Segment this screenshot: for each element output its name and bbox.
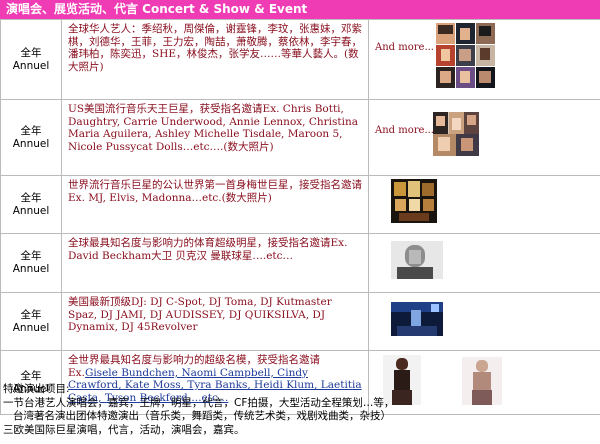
term-cell: 全年 Annuel bbox=[0, 99, 62, 176]
notes-line: 一节台港艺人演唱会，嘉宾，王牌，明星，代言，CF拍摄，大型活动全程策划…等， bbox=[3, 396, 395, 409]
dj-stage-photo bbox=[391, 302, 443, 336]
event-table: 全年 Annuel 全球华人艺人：季绍秋，周傑倫，谢霆锋，李玟，张惠妹，邓紫棋，… bbox=[0, 19, 600, 415]
term-fr: Annuel bbox=[12, 137, 50, 150]
term-cell: 全年 Annuel bbox=[0, 175, 62, 234]
athlete-photo bbox=[391, 241, 443, 279]
page: { "header": { "title": "演唱会、展览活动、代言 Conc… bbox=[0, 0, 600, 444]
table-row: 全年 Annuel 世界流行音乐巨星的公认世界第一首身梅世巨星，接受指名邀请Ex… bbox=[0, 175, 600, 234]
term-cn: 全年 bbox=[20, 250, 42, 262]
special-projects-notes: 特邀演出项目: 一节台港艺人演唱会，嘉宾，王牌，明星，代言，CF拍摄，大型活动全… bbox=[3, 383, 597, 437]
notes-line: 三欧美国际巨星演唱，代言，活动，演唱会，嘉宾。 bbox=[3, 423, 245, 436]
description-cell: 美国最新顶级DJ: DJ C-Spot, DJ Toma, DJ Kutmast… bbox=[61, 292, 369, 351]
description-cell: 全球华人艺人：季绍秋，周傑倫，谢霆锋，李玟，张惠妹，邓紫棋，刘德华，王菲，王力宏… bbox=[61, 19, 369, 100]
table-row: 全年 Annuel 美国最新顶级DJ: DJ C-Spot, DJ Toma, … bbox=[0, 292, 600, 351]
term-cell: 全年 Annuel bbox=[0, 292, 62, 351]
photo-cell bbox=[368, 233, 600, 293]
notes-heading: 特邀演出项目: bbox=[3, 383, 70, 395]
term-cn: 全年 bbox=[20, 191, 42, 204]
term-cn: 全年 bbox=[20, 46, 42, 59]
photo-cell bbox=[368, 292, 600, 351]
photo-cell: And more... bbox=[368, 19, 600, 100]
term-cell: 全年 Annuel bbox=[0, 233, 62, 293]
section-header: 演唱会、展览活动、代言 Concert & Show & Event bbox=[0, 0, 600, 19]
notes-line: 台湾著名演出团体特邀演出（音乐类，舞蹈类，传统艺术类，戏剧戏曲类，杂技） bbox=[3, 410, 392, 422]
description-cell: US美国流行音乐天王巨星，获受指名邀请Ex. Chris Botti, Daug… bbox=[61, 99, 369, 176]
term-fr: Annuel bbox=[12, 204, 50, 217]
artist-photo-grid bbox=[436, 23, 495, 88]
superstar-photo bbox=[391, 179, 437, 223]
table-row: 全年 Annuel 全球最具知名度与影响力的体育超级明星，接受指名邀请Ex. D… bbox=[0, 233, 600, 293]
table-row: 全年 Annuel 全球华人艺人：季绍秋，周傑倫，谢霆锋，李玟，张惠妹，邓紫棋，… bbox=[0, 19, 600, 100]
description-cell: 全球最具知名度与影响力的体育超级明星，接受指名邀请Ex. David Beckh… bbox=[61, 233, 369, 293]
term-cell: 全年 Annuel bbox=[0, 19, 62, 100]
pop-star-collage bbox=[433, 112, 479, 156]
term-fr: Annuel bbox=[12, 263, 50, 275]
photo-cell: And more... bbox=[368, 99, 600, 176]
and-more-label: And more... bbox=[375, 42, 434, 53]
and-more-label: And more... bbox=[375, 125, 434, 136]
term-fr: Annuel bbox=[12, 321, 50, 334]
term-cn: 全年 bbox=[20, 124, 42, 137]
table-row: 全年 Annuel US美国流行音乐天王巨星，获受指名邀请Ex. Chris B… bbox=[0, 99, 600, 176]
description-cell: 世界流行音乐巨星的公认世界第一首身梅世巨星，接受指名邀请Ex. MJ, Elvi… bbox=[61, 175, 369, 234]
term-cn: 全年 bbox=[20, 369, 42, 382]
term-fr: Annuel bbox=[12, 59, 50, 72]
photo-cell bbox=[368, 175, 600, 234]
term-cn: 全年 bbox=[20, 308, 42, 321]
